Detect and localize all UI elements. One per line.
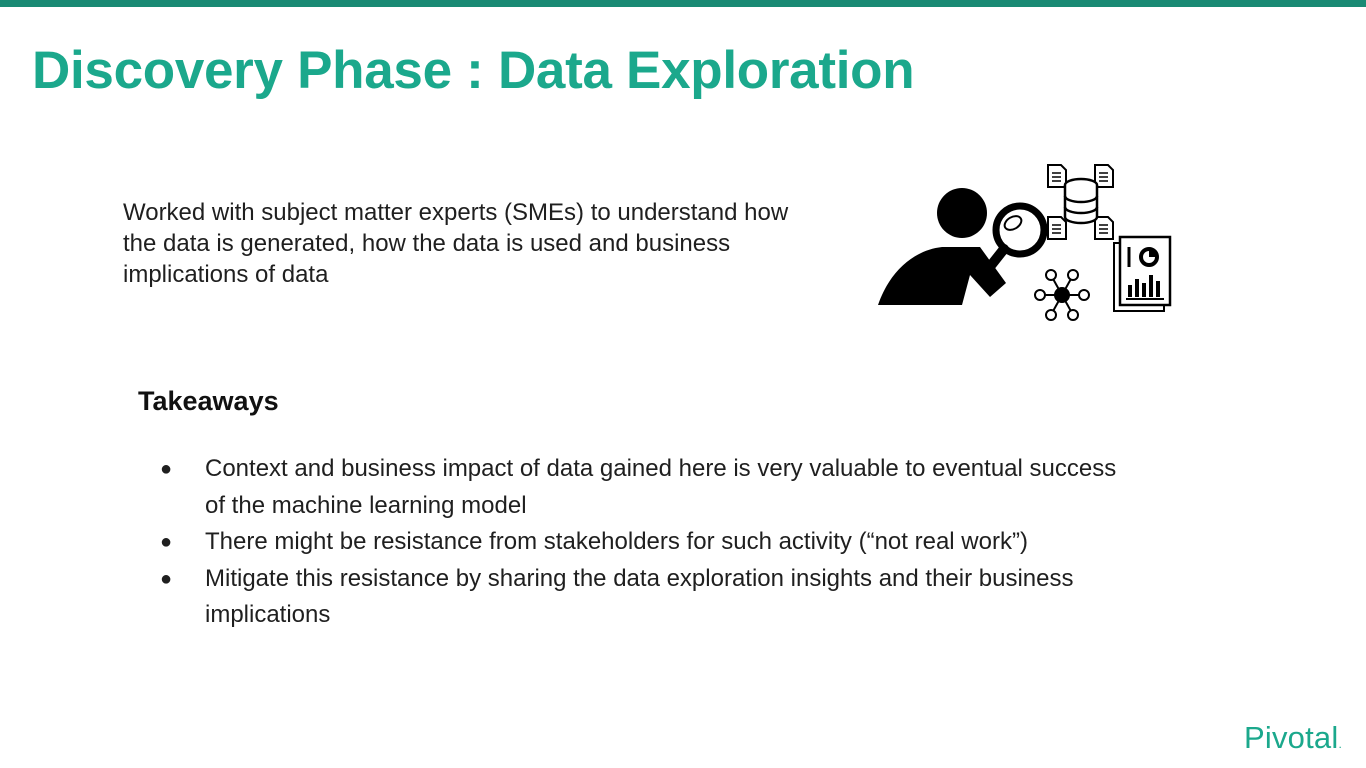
- pivotal-logo: Pivotal.: [1244, 718, 1342, 764]
- person-magnifier-data-icon: [878, 164, 1172, 321]
- list-item: ● Context and business impact of data ga…: [160, 451, 1140, 524]
- bullet-text: Mitigate this resistance by sharing the …: [205, 564, 1074, 629]
- person-head-icon: [937, 188, 987, 238]
- slide-title: Discovery Phase : Data Exploration: [32, 41, 915, 100]
- list-item: ● Mitigate this resistance by sharing th…: [160, 561, 1140, 634]
- bullet-icon: ●: [160, 458, 173, 480]
- report-chart-icon: [1113, 235, 1172, 312]
- database-icon: [1063, 177, 1099, 225]
- network-icon: [1034, 269, 1090, 321]
- bullet-icon: ●: [160, 531, 173, 553]
- intro-text: Worked with subject matter experts (SMEs…: [123, 199, 789, 288]
- list-item: ● There might be resistance from stakeho…: [160, 524, 1140, 561]
- top-accent-bar: [0, 0, 1366, 7]
- bullet-icon: ●: [160, 567, 173, 590]
- takeaways-list: ● Context and business impact of data ga…: [160, 451, 1140, 634]
- takeaways-heading: Takeaways: [138, 386, 279, 416]
- bullet-text: Context and business impact of data gain…: [205, 455, 1117, 519]
- bullet-text: There might be resistance from stakehold…: [205, 528, 1028, 555]
- slide: Discovery Phase : Data Exploration Worke…: [0, 0, 1366, 768]
- logo-text: Pivotal: [1244, 720, 1339, 755]
- logo-dot: .: [1338, 737, 1342, 751]
